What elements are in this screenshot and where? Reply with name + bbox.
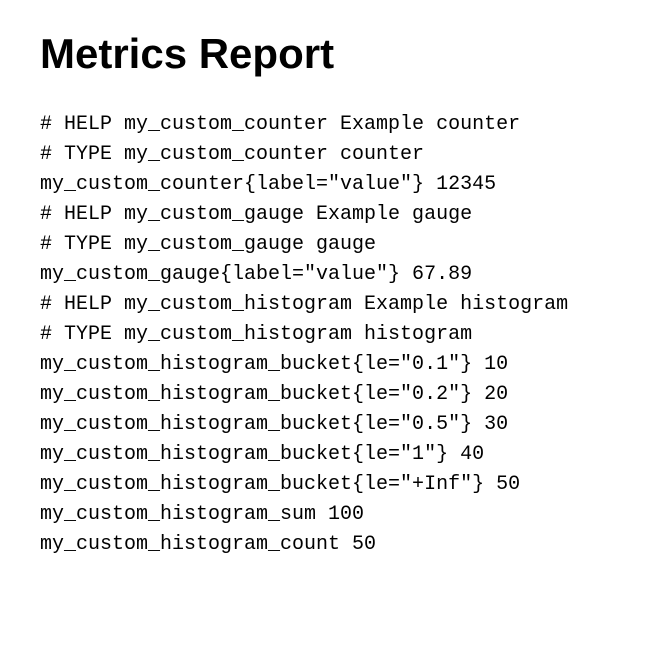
metrics-output: # HELP my_custom_counter Example counter… <box>40 110 628 560</box>
page-title: Metrics Report <box>40 30 628 78</box>
